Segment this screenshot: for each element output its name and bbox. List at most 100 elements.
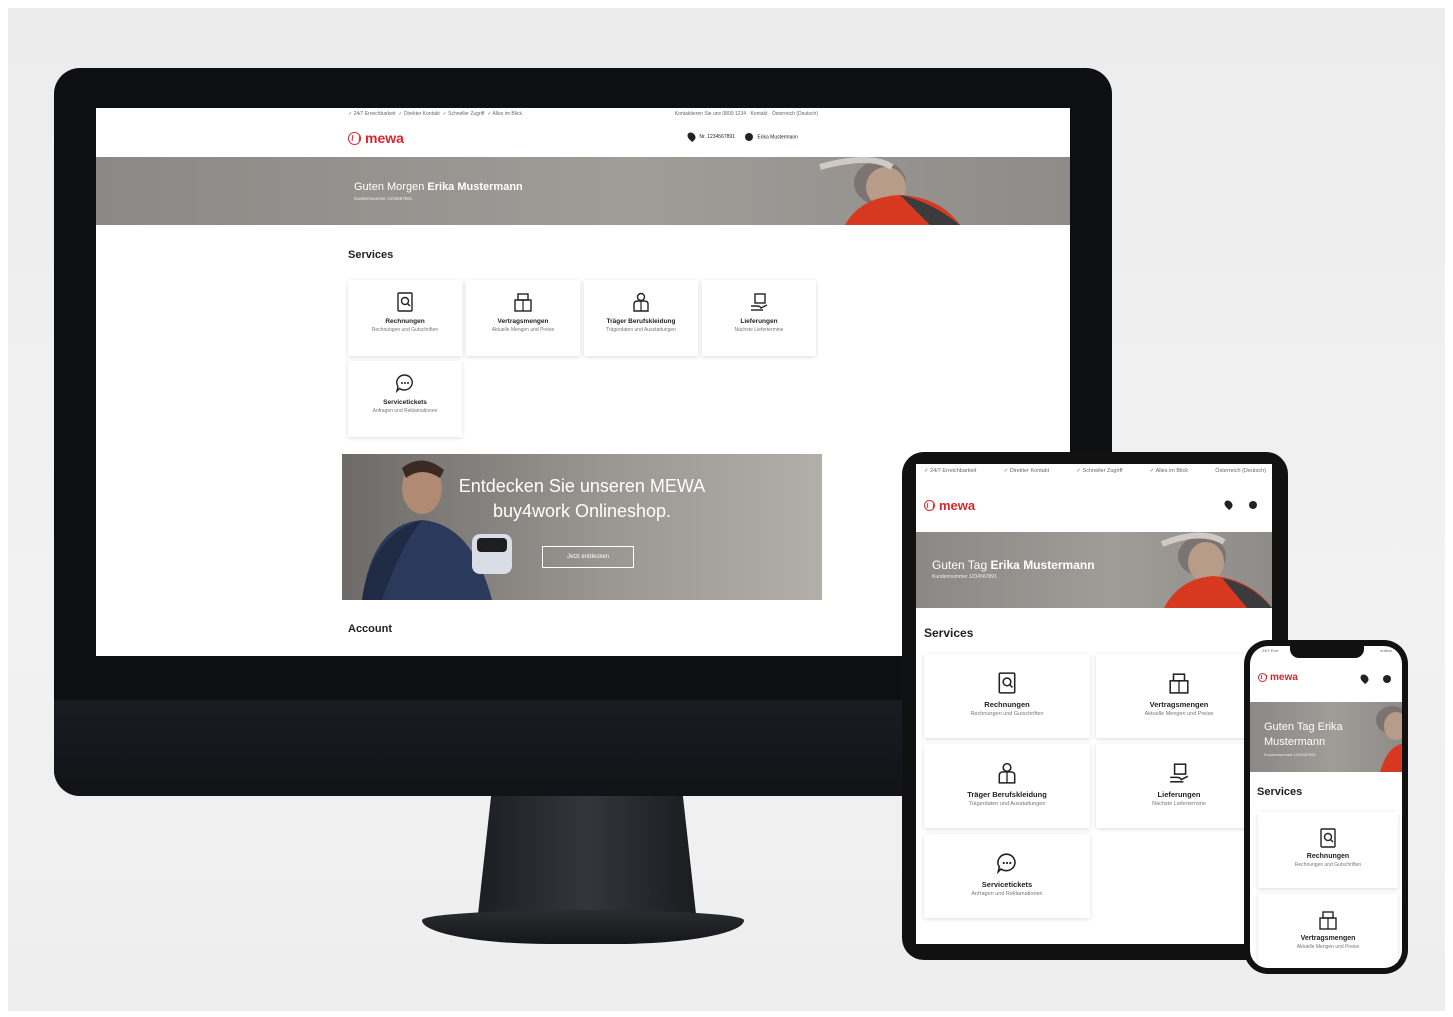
usp-item: ✓ Schneller Zugriff [442, 111, 485, 117]
service-card-servicetickets[interactable]: Servicetickets Anfragen und Reklamatione… [348, 361, 462, 437]
usp-item: ✓ Alles im Blick [1149, 468, 1188, 474]
service-title: Träger Berufskleidung [606, 318, 676, 325]
service-subtitle: Aktuelle Mengen und Preise [1296, 944, 1360, 950]
service-card-rechnungen[interactable]: Rechnungen Rechnungen und Gutschriften [924, 654, 1090, 738]
service-card-traeger[interactable]: Träger Berufskleidung Trägerdaten und Au… [924, 744, 1090, 828]
service-subtitle: Rechnungen und Gutschriften [970, 711, 1044, 717]
service-title: Träger Berufskleidung [967, 790, 1047, 799]
tablet-hero-banner: Guten Tag Erika Mustermann Kundennummer … [916, 532, 1272, 608]
hero-customer-number: Kundennummer 1234567891 [354, 196, 413, 201]
chat-bubble-icon [996, 853, 1016, 874]
account-button[interactable]: Erika Mustermann [744, 132, 798, 141]
location-button[interactable]: Nr. 1234567891 [685, 130, 735, 143]
usp-item: ✓ Direkter Kontakt [398, 111, 440, 117]
usp-item: ✓ 24/7 Erreichbarkeit [348, 111, 396, 117]
desktop-header: mewa Nr. 1234567891 Erika Mustermann [96, 120, 1070, 156]
service-subtitle: Rechnungen und Gutschriften [1294, 862, 1362, 868]
mewa-logo[interactable]: mewa [1258, 672, 1298, 683]
service-card-lieferungen[interactable]: Lieferungen Nächste Liefertermine [702, 280, 816, 356]
usp-item: ✓ Schneller Zugriff [1076, 468, 1123, 474]
service-subtitle: Nächste Liefertermine [734, 327, 784, 333]
service-card-rechnungen[interactable]: Rechnungen Rechnungen und Gutschriften [1258, 812, 1398, 888]
service-title: Lieferungen [1157, 790, 1201, 799]
services-heading: Services [348, 249, 394, 261]
logo-wordmark: mewa [1270, 672, 1298, 683]
phone-hero-banner: Guten Tag Erika Mustermann Kundennummer … [1250, 702, 1402, 772]
desktop-topbar: ✓ 24/7 Erreichbarkeit ✓ Direkter Kontakt… [348, 111, 818, 117]
greeting-name: Erika Mustermann [990, 558, 1095, 572]
delivery-icon [751, 293, 768, 311]
user-name: Erika Mustermann [757, 133, 798, 140]
service-card-vertragsmengen[interactable]: Vertragsmengen Aktuelle Mengen und Preis… [1096, 654, 1262, 738]
service-title: Vertragsmengen [1149, 700, 1209, 709]
user-avatar-icon[interactable] [1383, 674, 1391, 683]
usp-item: 24/7 Erre [1262, 648, 1279, 653]
location-pin-icon[interactable] [1222, 498, 1235, 511]
service-card-servicetickets[interactable]: Servicetickets Anfragen und Reklamatione… [924, 834, 1090, 918]
mewa-logo[interactable]: mewa [348, 130, 404, 146]
greeting-name: Erika Mustermann [427, 181, 523, 193]
tablet-topbar: ✓ 24/7 Erreichbarkeit ✓ Direkter Kontakt… [924, 468, 1266, 474]
service-title: Rechnungen [1306, 853, 1350, 860]
boxes-icon [1319, 911, 1337, 930]
phone-header-actions [1358, 672, 1394, 685]
logo-wordmark: mewa [365, 130, 404, 146]
mewa-logo[interactable]: mewa [924, 498, 975, 513]
services-heading: Services [924, 626, 974, 640]
account-heading: Account [348, 623, 392, 635]
service-card-traeger[interactable]: Träger Berufskleidung Trägerdaten und Au… [584, 280, 698, 356]
promo-cta-button[interactable]: Jetzt entdecken [542, 546, 634, 568]
boxes-icon [514, 293, 532, 312]
boxes-icon [1169, 673, 1189, 694]
wearer-icon [998, 762, 1016, 784]
invoice-search-icon [1320, 828, 1336, 848]
services-grid: Rechnungen Rechnungen und Gutschriften V… [348, 280, 818, 437]
service-subtitle: Rechnungen und Gutschriften [371, 327, 439, 333]
desktop-hero-banner: Guten Morgen Erika Mustermann Kundennumm… [96, 157, 1070, 225]
tablet-header-actions [1222, 498, 1260, 511]
services-list: Rechnungen Rechnungen und Gutschriften V… [1258, 812, 1398, 968]
location-pin-icon [685, 130, 698, 143]
services-heading: Services [1257, 786, 1303, 798]
service-card-vertragsmengen[interactable]: Vertragsmengen Aktuelle Mengen und Preis… [1258, 894, 1398, 968]
wearer-icon [633, 292, 649, 312]
user-avatar-icon[interactable] [1249, 500, 1257, 509]
service-subtitle: Anfragen und Reklamationen [971, 891, 1043, 897]
hero-worker-photo [1160, 532, 1272, 608]
mewa-logo-icon [348, 131, 361, 145]
user-avatar-icon [744, 132, 753, 141]
service-subtitle: Trägerdaten und Ausstattungen [606, 327, 676, 333]
service-title: Lieferungen [740, 318, 778, 325]
topbar-contact-link[interactable]: Kontaktieren Sie uns 0800 1234 · Kontakt… [675, 111, 818, 117]
logo-wordmark: mewa [939, 498, 976, 513]
language-select[interactable]: Österreich (Deutsch) [1215, 468, 1266, 474]
service-subtitle: Aktuelle Mengen und Preise [491, 327, 555, 333]
service-card-vertragsmengen[interactable]: Vertragsmengen Aktuelle Mengen und Preis… [466, 280, 580, 356]
service-subtitle: Anfragen und Reklamationen [372, 408, 438, 414]
service-title: Vertragsmengen [1300, 935, 1356, 942]
services-grid: Rechnungen Rechnungen und Gutschriften V… [924, 654, 1264, 918]
usp-item: ✓ Direkter Kontakt [1003, 468, 1050, 474]
service-subtitle: Nächste Liefertermine [1152, 801, 1206, 807]
location-pin-icon[interactable] [1358, 672, 1371, 685]
service-title: Vertragsmengen [497, 318, 549, 325]
service-subtitle: Aktuelle Mengen und Preise [1144, 711, 1214, 717]
hero-greeting: Guten Tag Erika Mustermann [932, 558, 1095, 572]
phone-screen: 24/7 Erre eutsch mewa Guten Tag Erika Mu… [1250, 646, 1402, 968]
topbar-usps: ✓ 24/7 Erreichbarkeit ✓ Direkter Kontakt… [348, 111, 522, 117]
hero-greeting: Guten Tag Erika Mustermann [1264, 721, 1343, 748]
chat-bubble-icon [395, 374, 413, 393]
mewa-logo-icon [924, 500, 935, 511]
delivery-icon [1170, 763, 1189, 783]
service-card-rechnungen[interactable]: Rechnungen Rechnungen und Gutschriften [348, 280, 462, 356]
promo-headline: Entdecken Sie unseren MEWA buy4work Onli… [458, 476, 706, 521]
monitor-stand [478, 796, 696, 914]
service-title: Servicetickets [383, 399, 427, 406]
service-title: Rechnungen [385, 318, 425, 325]
usp-item: ✓ 24/7 Erreichbarkeit [924, 468, 977, 474]
hero-customer-number: Kundennummer 1234567891 [1264, 752, 1316, 757]
service-card-lieferungen[interactable]: Lieferungen Nächste Liefertermine [1096, 744, 1262, 828]
service-subtitle: Trägerdaten und Ausstattungen [968, 801, 1046, 807]
language-select[interactable]: eutsch [1380, 648, 1392, 653]
onlineshop-promo-banner[interactable]: Entdecken Sie unseren MEWA buy4work Onli… [342, 454, 822, 600]
